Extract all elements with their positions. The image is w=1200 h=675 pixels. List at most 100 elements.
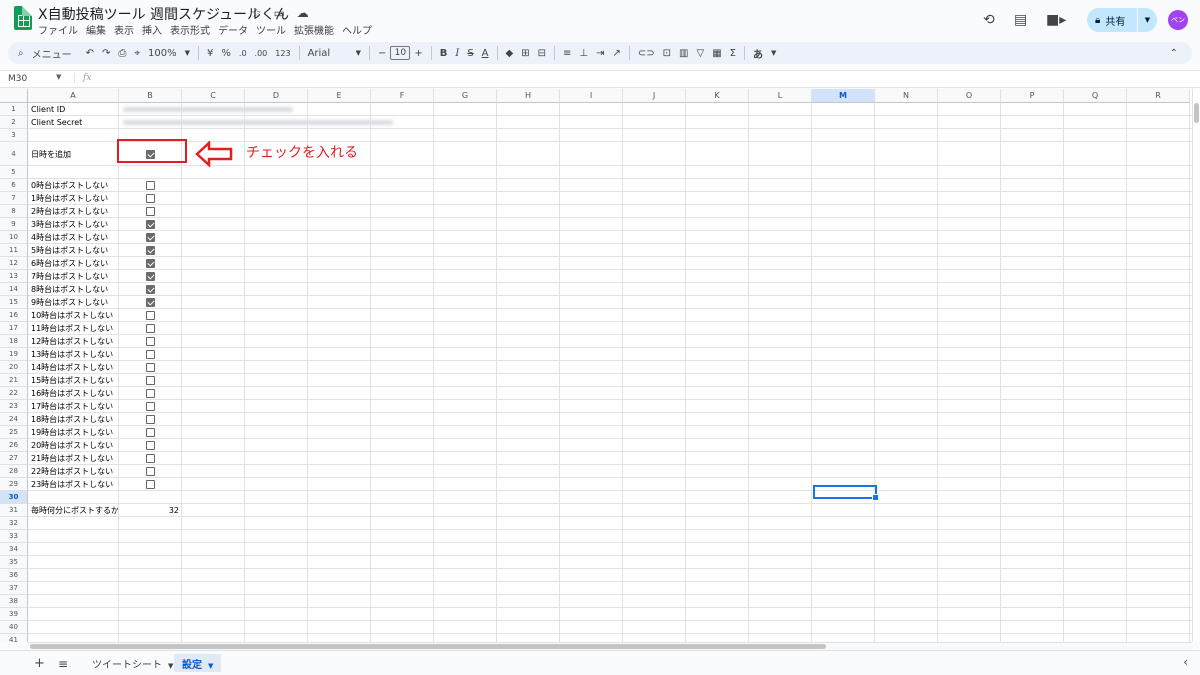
undo-icon[interactable]: ↶ [86,48,94,59]
row-header[interactable]: 3 [0,129,28,142]
functions-icon[interactable]: Σ [730,48,736,59]
hour-skip-checkbox[interactable] [145,220,155,229]
hour-skip-checkbox[interactable] [145,363,155,372]
row-header[interactable]: 26 [0,439,28,452]
column-header[interactable]: H [497,89,560,103]
menu-item[interactable]: ヘルプ [342,26,372,37]
version-history-icon[interactable]: ⟲ [983,12,995,28]
column-header[interactable]: P [1001,89,1064,103]
comments-icon[interactable]: ▤ [1014,12,1027,28]
cell-hour-label[interactable]: 3時台はポストしない [31,218,108,231]
hour-skip-checkbox[interactable] [145,441,155,450]
row-header[interactable]: 12 [0,257,28,270]
strikethrough-button[interactable]: S [467,48,473,59]
hour-skip-checkbox[interactable] [145,454,155,463]
hour-skip-checkbox[interactable] [145,480,155,489]
bold-button[interactable]: B [440,48,448,59]
column-header[interactable]: I [560,89,623,103]
row-header[interactable]: 18 [0,335,28,348]
font-dropdown-icon[interactable]: ▼ [356,49,361,57]
row-header[interactable]: 25 [0,426,28,439]
zoom-dropdown-icon[interactable]: ▼ [185,49,190,57]
row-header[interactable]: 40 [0,621,28,634]
cell-post-minute-label[interactable]: 毎時何分にポストするか [31,504,118,517]
hour-skip-checkbox[interactable] [145,324,155,333]
cell-hour-label[interactable]: 13時台はポストしない [31,348,113,361]
cell-hour-label[interactable]: 12時台はポストしない [31,335,113,348]
text-wrap-icon[interactable]: ⇥ [596,48,604,59]
hour-skip-checkbox[interactable] [145,376,155,385]
select-all-corner[interactable] [0,89,28,103]
row-header[interactable]: 20 [0,361,28,374]
menu-item[interactable]: 拡張機能 [294,26,334,37]
share-button[interactable]: 🔒︎ 共有 ▼ [1087,8,1157,32]
column-header[interactable]: J [623,89,686,103]
collapse-sidebar-icon[interactable]: ‹ [1183,655,1188,669]
avatar[interactable]: ペン [1168,10,1188,30]
hour-skip-checkbox[interactable] [145,233,155,242]
increase-decimal-button[interactable]: .00 [255,49,268,58]
cell-hour-label[interactable]: 21時台はポストしない [31,452,113,465]
column-header[interactable]: R [1127,89,1190,103]
cell-hour-label[interactable]: 20時台はポストしない [31,439,113,452]
hour-skip-checkbox[interactable] [145,337,155,346]
hour-skip-checkbox[interactable] [145,389,155,398]
row-header[interactable]: 31 [0,504,28,517]
zoom-select[interactable]: 100% [148,48,177,59]
row-header[interactable]: 4 [0,142,28,166]
search-menu-icon[interactable]: ⌕ [18,48,24,59]
text-rotation-icon[interactable]: ↗ [613,48,621,59]
hour-skip-checkbox[interactable] [145,402,155,411]
sheet-tab-dropdown-icon[interactable]: ▼ [168,662,173,670]
cell-hour-label[interactable]: 6時台はポストしない [31,257,108,270]
link-icon[interactable]: ⊂⊃ [638,48,655,59]
column-header[interactable]: C [182,89,245,103]
hour-skip-checkbox[interactable] [145,298,155,307]
cell-hour-label[interactable]: 18時台はポストしない [31,413,113,426]
print-icon[interactable]: ⎙ [118,48,126,59]
hour-skip-checkbox[interactable] [145,259,155,268]
cell-hour-label[interactable]: 10時台はポストしない [31,309,113,322]
add-datetime-checkbox[interactable] [145,149,155,159]
sheet-tab[interactable]: ツイートシート ▼ [84,654,181,672]
row-header[interactable]: 38 [0,595,28,608]
decrease-decimal-button[interactable]: .0 [239,49,247,58]
currency-format-button[interactable]: ¥ [207,48,213,59]
hour-skip-checkbox[interactable] [145,415,155,424]
name-box-dropdown-icon[interactable]: ▼ [56,73,61,81]
cell-hour-label[interactable]: 0時台はポストしない [31,179,108,192]
menu-item[interactable]: 表示形式 [170,26,210,37]
cell-hour-label[interactable]: 17時台はポストしない [31,400,113,413]
row-header[interactable]: 21 [0,374,28,387]
share-dropdown-icon[interactable]: ▼ [1137,8,1157,32]
cell-hour-label[interactable]: 23時台はポストしない [31,478,113,491]
font-size-input[interactable]: 10 [390,46,411,60]
row-header[interactable]: 32 [0,517,28,530]
row-header[interactable]: 6 [0,179,28,192]
row-header[interactable]: 10 [0,231,28,244]
input-tools-dropdown-icon[interactable]: ▼ [771,49,776,57]
hour-skip-checkbox[interactable] [145,285,155,294]
hour-skip-checkbox[interactable] [145,181,155,190]
cell-post-minute-value[interactable]: 32 [119,504,179,517]
filter-views-icon[interactable]: ▦ [712,48,721,59]
row-header[interactable]: 29 [0,478,28,491]
row-header[interactable]: 1 [0,103,28,116]
hour-skip-checkbox[interactable] [145,272,155,281]
sheet-tab[interactable]: 設定 ▼ [174,654,222,672]
row-header[interactable]: 22 [0,387,28,400]
redo-icon[interactable]: ↷ [102,48,110,59]
cell-client-id-label[interactable]: Client ID [31,103,65,116]
column-header[interactable]: M [812,89,875,103]
row-header[interactable]: 5 [0,166,28,179]
chart-icon[interactable]: ▥ [679,48,688,59]
row-header[interactable]: 24 [0,413,28,426]
cell-hour-label[interactable]: 9時台はポストしない [31,296,108,309]
horizontal-align-icon[interactable]: ≡ [563,48,571,59]
star-icon[interactable]: ☆ [251,6,262,20]
cell-hour-label[interactable]: 16時台はポストしない [31,387,113,400]
column-header[interactable]: F [371,89,434,103]
row-header[interactable]: 13 [0,270,28,283]
italic-button[interactable]: I [455,48,459,59]
cell-hour-label[interactable]: 14時台はポストしない [31,361,113,374]
